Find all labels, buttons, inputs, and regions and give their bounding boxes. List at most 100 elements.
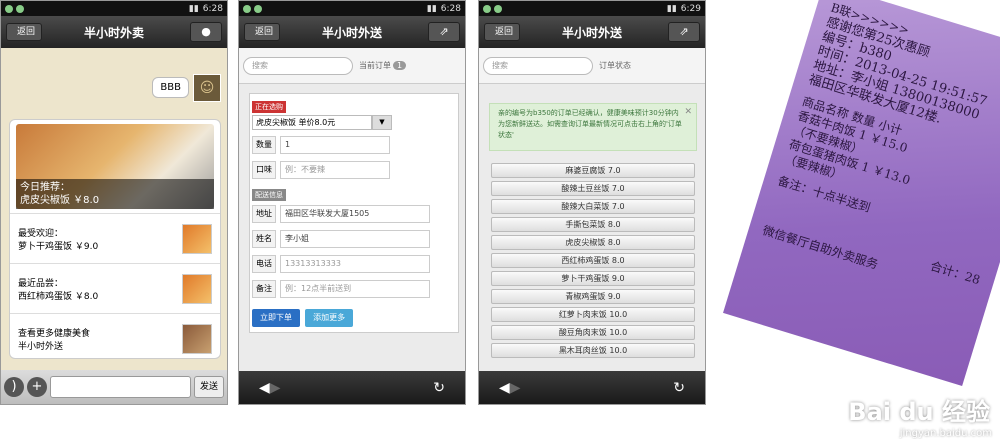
watermark-logo: Bai du 经验 xyxy=(848,398,990,426)
list-item[interactable]: 最近品尝： 西红柿鸡蛋饭 ￥8.0 xyxy=(10,263,220,313)
note-label: 备注 xyxy=(252,279,276,298)
menu-item[interactable]: 虎皮尖椒饭 8.0 xyxy=(491,235,695,250)
share-button[interactable]: ⇗ xyxy=(668,22,700,42)
title-bar: 返回 半小时外送 ⇗ xyxy=(479,16,705,48)
signal-icon: ▮▮ xyxy=(426,3,437,14)
name-field[interactable]: 李小姐 xyxy=(280,229,430,248)
page-title: 半小时外卖 xyxy=(83,25,144,40)
menu-screen: ▮▮ 6:29 返回 半小时外送 ⇗ 搜索 订单状态 亲的编号为b350的订单已… xyxy=(478,0,706,405)
order-confirm-notice: 亲的编号为b350的订单已经确认，健康美味预计30分钟内为您新鲜送达。如需查询订… xyxy=(489,103,697,151)
menu-item[interactable]: 西红柿鸡蛋饭 8.0 xyxy=(491,253,695,268)
title-bar: 返回 半小时外送 ⇗ xyxy=(239,16,465,48)
receipt-photo: B联>>>>>> 感谢您第25次惠顾 编号：b380 时间：2013-04-25… xyxy=(710,0,1000,439)
voice-icon[interactable]: ) xyxy=(4,377,24,397)
page-title: 半小时外送 xyxy=(321,25,382,40)
order-screen: ▮▮ 6:28 返回 半小时外送 ⇗ 搜索 当前订单 1 正在选购 虎皮尖椒饭 单… xyxy=(238,0,466,405)
menu-item[interactable]: 酸辣大白菜饭 7.0 xyxy=(491,199,695,214)
back-button[interactable]: 返回 xyxy=(484,23,521,41)
qty-label: 数量 xyxy=(252,135,276,154)
back-button[interactable]: 返回 xyxy=(6,23,43,41)
signal-icon: ▮▮ xyxy=(666,3,677,14)
order-status-link[interactable]: 订单状态 xyxy=(599,60,631,71)
taste-label: 口味 xyxy=(252,160,276,179)
avatar[interactable]: ☺ xyxy=(193,74,221,102)
back-arrow-icon[interactable]: ◀ xyxy=(499,380,510,396)
address-field[interactable]: 福田区华联发大厦1505 xyxy=(280,204,430,223)
back-button[interactable]: 返回 xyxy=(244,23,281,41)
menu-item[interactable]: 酸豆角肉末饭 10.0 xyxy=(491,325,695,340)
hero-image[interactable]: 今日推荐： 虎皮尖椒饭 ￥8.0 xyxy=(16,124,214,209)
dish-select[interactable]: 虎皮尖椒饭 单价8.0元 ▼ xyxy=(252,115,456,130)
forward-arrow-icon[interactable]: ▶ xyxy=(270,380,281,396)
chat-screen: ▮▮ 6:28 返回 半小时外卖 ● BBB ☺ 今日推荐： 虎皮尖椒饭 ￥8.… xyxy=(0,0,228,405)
menu-list: 麻婆豆腐饭 7.0 酸辣土豆丝饭 7.0 酸辣大白菜饭 7.0 手撕包菜饭 8.… xyxy=(491,163,695,361)
notification-icon xyxy=(254,4,262,13)
dish-thumbnail xyxy=(182,323,212,354)
search-input[interactable]: 搜索 xyxy=(483,56,593,75)
item-dish: 半小时外送 xyxy=(18,341,64,352)
status-bar: ▮▮ 6:29 xyxy=(479,1,705,16)
notification-icon xyxy=(243,4,251,13)
clock: 6:28 xyxy=(440,3,461,14)
menu-item[interactable]: 黑木耳肉丝饭 10.0 xyxy=(491,343,695,358)
taste-field[interactable]: 例：不要辣 xyxy=(280,160,390,179)
notification-icon xyxy=(16,4,24,13)
refresh-icon[interactable]: ↻ xyxy=(673,380,685,396)
notification-icon xyxy=(494,4,502,13)
order-count-badge: 1 xyxy=(393,61,407,70)
watermark-url: jingyan.baidu.com xyxy=(899,428,992,439)
list-item[interactable]: 最受欢迎： 萝卜干鸡蛋饭 ￥9.0 xyxy=(10,213,220,263)
notice-text: 亲的编号为b350的订单已经确认，健康美味预计30分钟内为您新鲜送达。如需查询订… xyxy=(498,109,682,139)
menu-item[interactable]: 萝卜干鸡蛋饭 9.0 xyxy=(491,271,695,286)
message-bubble: BBB xyxy=(152,77,189,98)
menu-item[interactable]: 麻婆豆腐饭 7.0 xyxy=(491,163,695,178)
note-field[interactable]: 例：12点半前送到 xyxy=(280,279,430,298)
close-icon[interactable]: ✕ xyxy=(684,107,692,118)
notification-icon xyxy=(483,4,491,13)
delivery-tag: 配送信息 xyxy=(252,189,286,201)
share-icon: ⇗ xyxy=(439,25,449,38)
clock: 6:28 xyxy=(202,3,223,14)
selecting-tag: 正在选购 xyxy=(252,101,286,113)
back-arrow-icon[interactable]: ◀ xyxy=(259,380,270,396)
qty-field[interactable]: 1 xyxy=(280,135,390,154)
item-dish: 萝卜干鸡蛋饭 ￥9.0 xyxy=(18,241,99,252)
dish-thumbnail xyxy=(182,273,212,304)
phone-field[interactable]: 13313313333 xyxy=(280,254,430,273)
browser-toolbar: ◀ ▶ ↻ xyxy=(239,371,465,404)
menu-item[interactable]: 手撕包菜饭 8.0 xyxy=(491,217,695,232)
item-label: 查看更多健康美食 xyxy=(18,328,91,339)
menu-item[interactable]: 红萝卜肉末饭 10.0 xyxy=(491,307,695,322)
menu-item[interactable]: 酸辣土豆丝饭 7.0 xyxy=(491,181,695,196)
send-button[interactable]: 发送 xyxy=(194,376,224,398)
forward-arrow-icon[interactable]: ▶ xyxy=(510,380,521,396)
hero-label: 今日推荐： xyxy=(20,182,70,193)
current-order-label: 当前订单 xyxy=(359,61,391,70)
share-icon: ⇗ xyxy=(679,25,689,38)
message-input[interactable] xyxy=(50,376,191,398)
title-bar: 返回 半小时外卖 ● xyxy=(1,16,227,48)
item-label: 最近品尝： xyxy=(18,278,64,289)
status-bar: ▮▮ 6:28 xyxy=(239,1,465,16)
share-button[interactable]: ⇗ xyxy=(428,22,460,42)
recommendation-card: 今日推荐： 虎皮尖椒饭 ￥8.0 最受欢迎： 萝卜干鸡蛋饭 ￥9.0 最近品尝： 西… xyxy=(9,119,221,359)
notification-icon xyxy=(5,4,13,13)
page-title: 半小时外送 xyxy=(561,25,622,40)
phone-label: 电话 xyxy=(252,254,276,273)
menu-item[interactable]: 青椒鸡蛋饭 9.0 xyxy=(491,289,695,304)
refresh-icon[interactable]: ↻ xyxy=(433,380,445,396)
browser-toolbar: ◀ ▶ ↻ xyxy=(479,371,705,404)
submit-order-button[interactable]: 立即下单 xyxy=(252,309,300,327)
hero-caption: 今日推荐： 虎皮尖椒饭 ￥8.0 xyxy=(16,179,214,209)
person-icon: ● xyxy=(201,25,211,38)
current-order-link[interactable]: 当前订单 1 xyxy=(359,60,407,71)
signal-icon: ▮▮ xyxy=(188,3,199,14)
add-more-button[interactable]: 添加更多 xyxy=(305,309,354,327)
chat-input-bar: ) + 发送 xyxy=(1,370,227,404)
profile-button[interactable]: ● xyxy=(190,22,222,42)
item-label: 最受欢迎： xyxy=(18,228,64,239)
search-input[interactable]: 搜索 xyxy=(243,56,353,75)
list-item[interactable]: 查看更多健康美食 半小时外送 xyxy=(10,313,220,358)
status-bar: ▮▮ 6:28 xyxy=(1,1,227,16)
plus-icon[interactable]: + xyxy=(27,377,47,397)
